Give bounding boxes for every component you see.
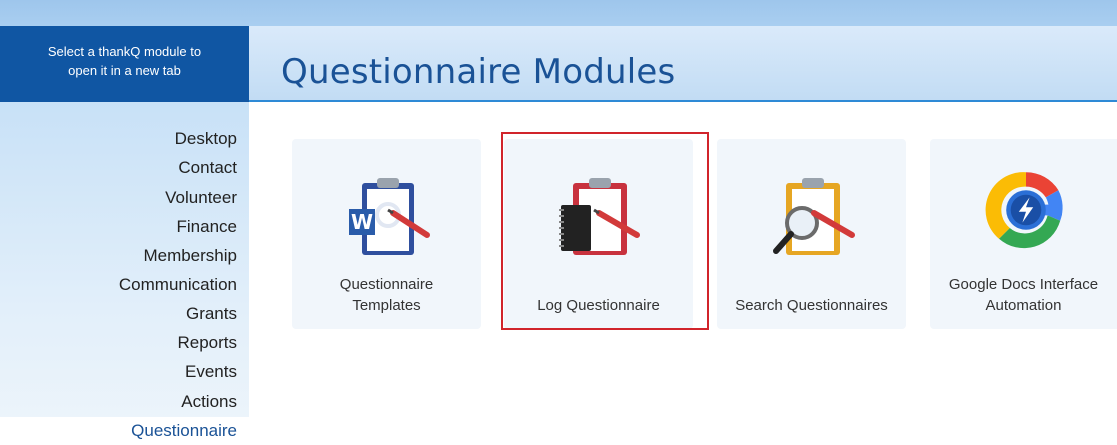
sidebar-item-desktop[interactable]: Desktop	[0, 125, 249, 153]
module-tile-questionnaire-templates[interactable]: W Questionnaire Templates	[292, 139, 481, 329]
page-header: Questionnaire Modules	[249, 26, 1117, 102]
module-instruction-text: Select a thankQ module to open it in a n…	[47, 44, 202, 78]
module-label: Search Questionnaires	[735, 297, 888, 314]
sidebar-item-contact[interactable]: Contact	[0, 154, 249, 182]
google-docs-automation-icon	[985, 172, 1063, 249]
sidebar-item-volunteer[interactable]: Volunteer	[0, 184, 249, 212]
sidebar-item-finance[interactable]: Finance	[0, 213, 249, 241]
module-label: Questionnaire Templates	[339, 276, 434, 314]
clipboard-word-icon: W	[349, 178, 430, 255]
sidebar-item-membership[interactable]: Membership	[0, 242, 249, 270]
sidebar-item-grants[interactable]: Grants	[0, 300, 249, 328]
svg-text:W: W	[351, 210, 373, 234]
clipboard-magnifier-icon	[773, 178, 855, 255]
sidebar-item-actions[interactable]: Actions	[0, 388, 249, 416]
sidebar-item-events[interactable]: Events	[0, 358, 249, 386]
module-tile-search-questionnaires[interactable]: Search Questionnaires	[717, 139, 906, 329]
module-label: Google Docs Interface Automation	[948, 276, 1099, 314]
sidebar-item-communication[interactable]: Communication	[0, 271, 249, 299]
module-tile-google-docs-interface-automation[interactable]: Google Docs Interface Automation	[930, 139, 1117, 329]
sidebar: Desktop Contact Volunteer Finance Member…	[0, 102, 249, 445]
sidebar-item-questionnaire[interactable]: Questionnaire	[0, 417, 249, 445]
top-strip	[0, 0, 1117, 26]
selection-highlight	[501, 132, 709, 330]
sidebar-item-reports[interactable]: Reports	[0, 329, 249, 357]
module-instruction: Select a thankQ module to open it in a n…	[0, 26, 249, 102]
page-title: Questionnaire Modules	[281, 52, 676, 92]
